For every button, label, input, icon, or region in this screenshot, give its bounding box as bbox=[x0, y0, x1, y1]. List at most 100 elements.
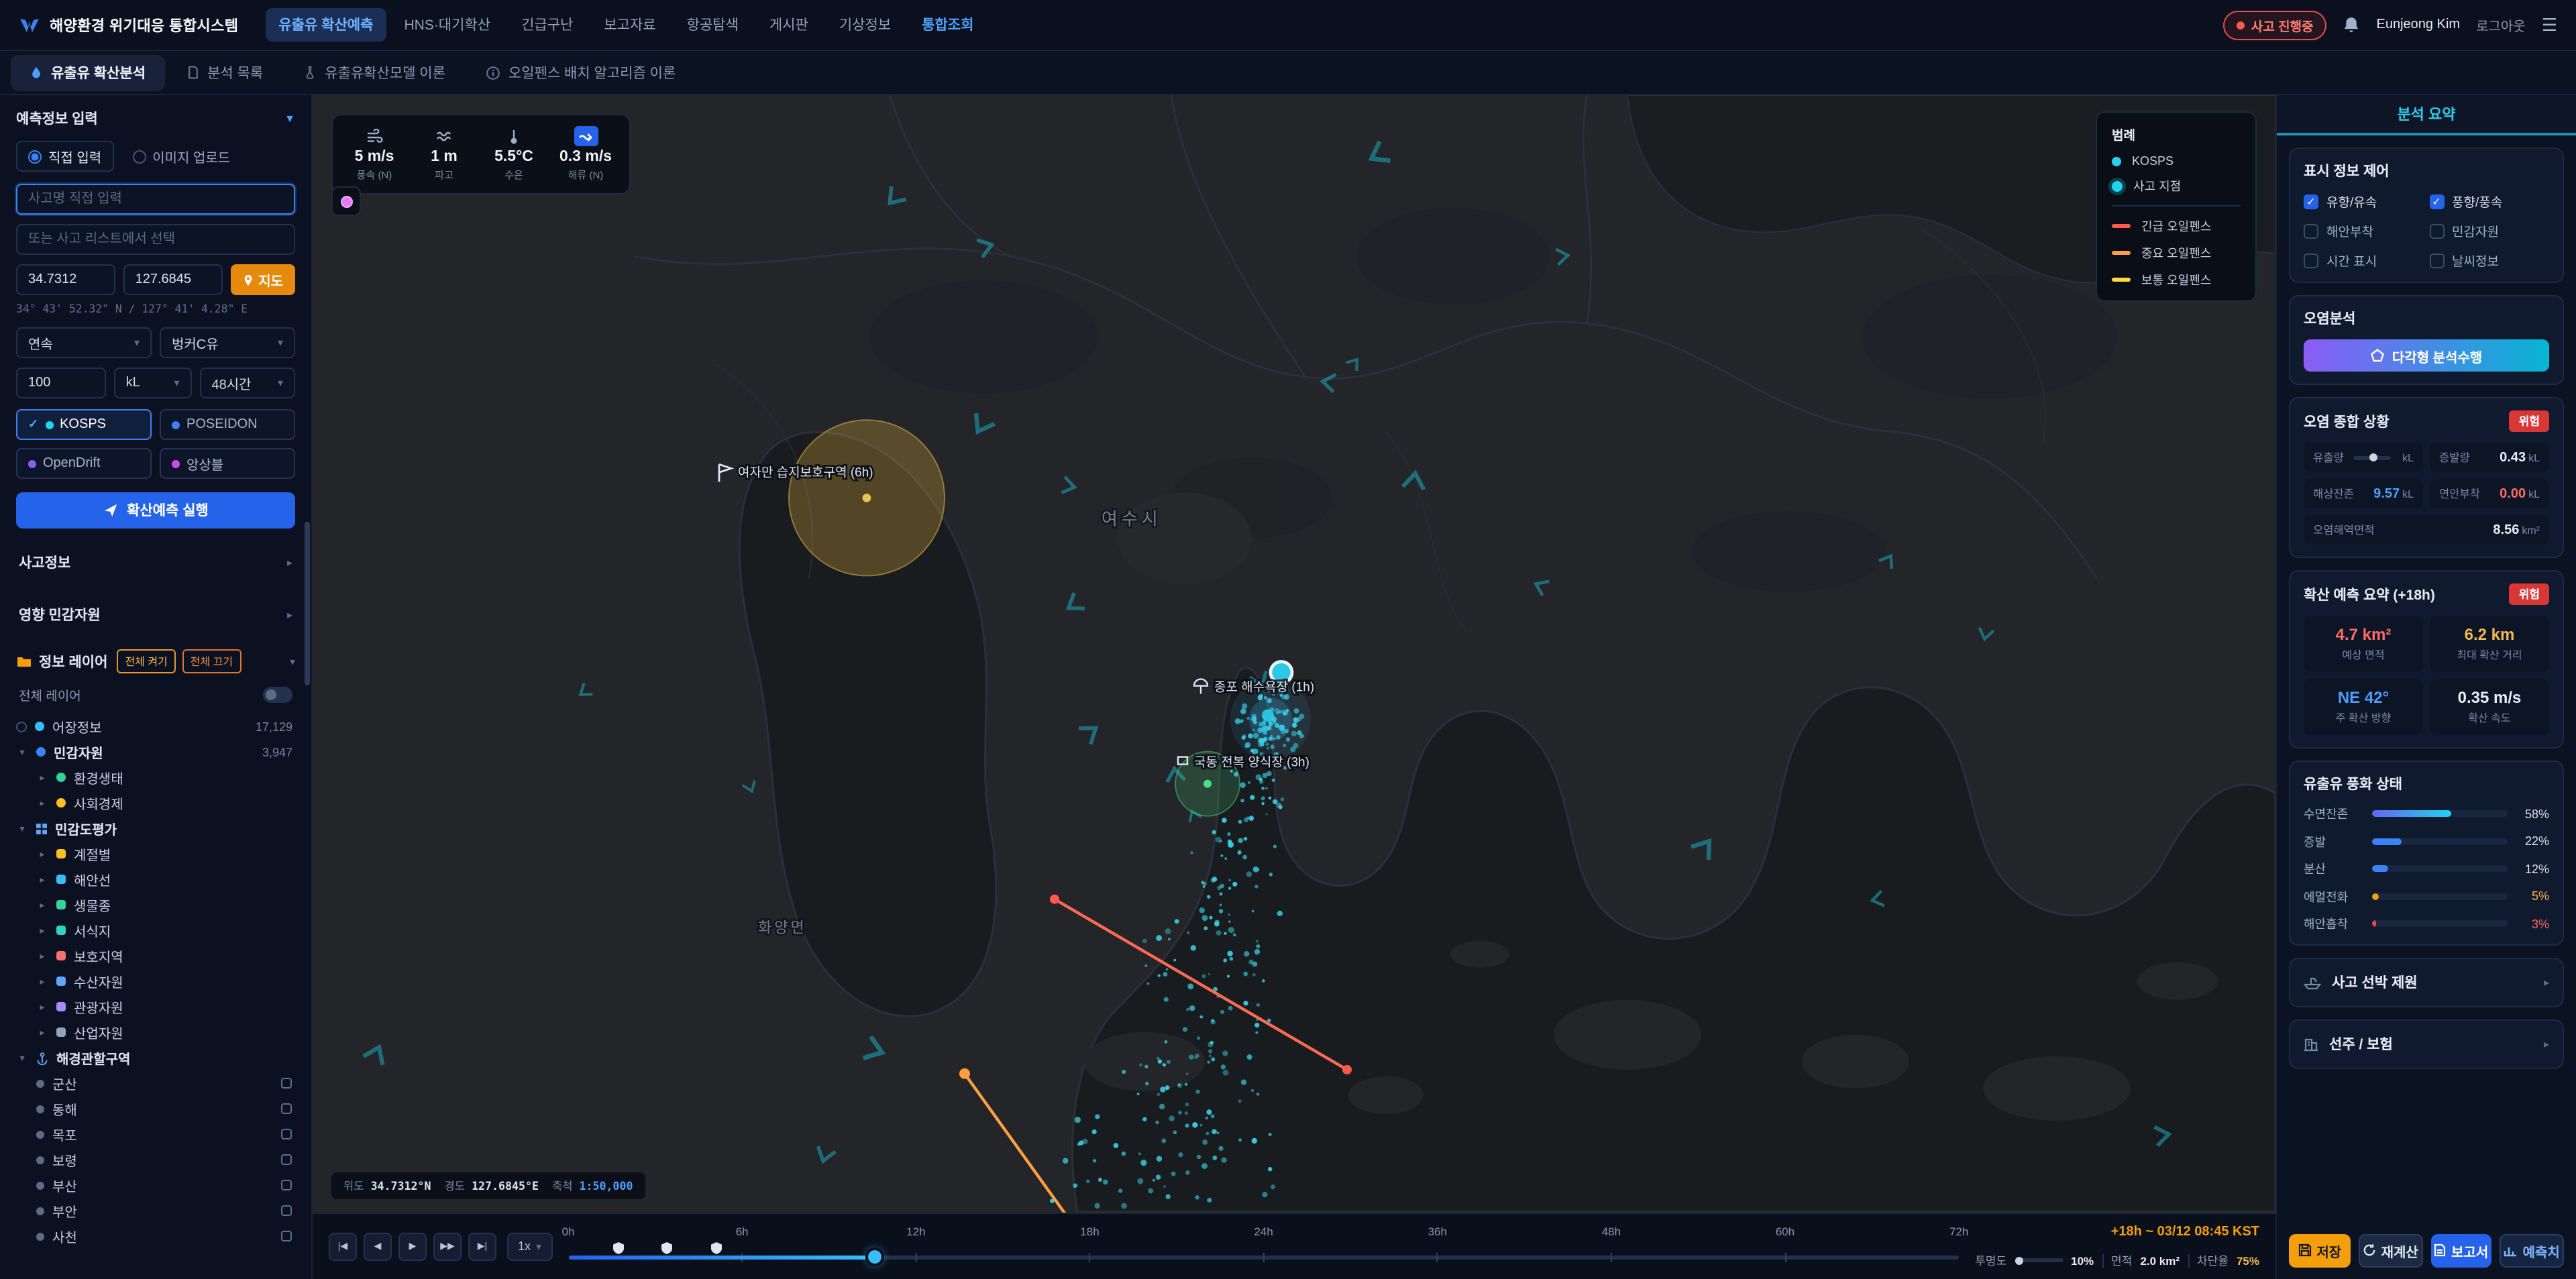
tab-diffusion-analysis[interactable]: 유출유 확산분석 bbox=[11, 54, 164, 91]
layer-item-industry[interactable]: ▸ 산업자원 bbox=[16, 1019, 295, 1045]
all-layers-on-button[interactable]: 전체 켜기 bbox=[117, 649, 175, 673]
fence-marker-icon[interactable] bbox=[661, 1241, 672, 1258]
layer-item-donghae[interactable]: 동해 bbox=[16, 1096, 295, 1121]
expand-icon[interactable]: ▸ bbox=[36, 925, 48, 936]
layer-item-sensitive[interactable]: ▾ 민감자원 3,947 bbox=[16, 739, 295, 765]
layer-item-mokpo[interactable]: 목포 bbox=[16, 1121, 295, 1147]
spill-amount-slider[interactable] bbox=[2353, 455, 2390, 459]
tab-analysis-list[interactable]: 분석 목록 bbox=[167, 54, 282, 91]
pick-on-map-button[interactable]: 지도 bbox=[230, 264, 295, 295]
layer-item-protected-area[interactable]: ▸ 보호지역 bbox=[16, 943, 295, 968]
palette-button[interactable] bbox=[331, 186, 361, 216]
report-button[interactable]: 보고서 bbox=[2430, 1233, 2492, 1267]
expand-icon[interactable]: ▾ bbox=[16, 1052, 28, 1063]
region-map-icon[interactable] bbox=[280, 1077, 292, 1089]
accident-name-input[interactable] bbox=[16, 184, 295, 215]
logout-button[interactable]: 로그아웃 bbox=[2476, 15, 2526, 35]
tab-analysis-summary[interactable]: 분석 요약 bbox=[2277, 95, 2576, 135]
menu-item-spill[interactable]: 유출유 확산예측 bbox=[265, 8, 386, 42]
oil-type-select[interactable]: 벙커C유 ▾ bbox=[160, 327, 295, 358]
expand-icon[interactable]: ▸ bbox=[36, 1001, 48, 1012]
expand-icon[interactable]: ▸ bbox=[36, 976, 48, 987]
layer-item-boryeong[interactable]: 보령 bbox=[16, 1147, 295, 1172]
longitude-input[interactable] bbox=[123, 264, 223, 295]
sidebar-scrollbar[interactable] bbox=[305, 522, 310, 685]
expand-icon[interactable]: ▸ bbox=[36, 848, 48, 859]
region-map-icon[interactable] bbox=[280, 1154, 292, 1166]
play-button[interactable]: ▶ bbox=[398, 1232, 427, 1260]
step-back-button[interactable]: ◀ bbox=[364, 1232, 392, 1260]
expand-icon[interactable]: ▾ bbox=[16, 823, 28, 834]
run-prediction-button[interactable]: 확산예측 실행 bbox=[16, 492, 295, 529]
incident-active-badge[interactable]: 사고 진행중 bbox=[2223, 10, 2327, 40]
bell-icon[interactable] bbox=[2343, 15, 2361, 34]
latitude-input[interactable] bbox=[16, 264, 115, 295]
model-chip-ensemble[interactable]: 앙상블 bbox=[160, 448, 295, 479]
layer-item-tourism[interactable]: ▸ 관광자원 bbox=[16, 994, 295, 1019]
unit-select[interactable]: kL ▾ bbox=[114, 368, 192, 398]
polygon-analysis-button[interactable]: 다각형 분석수행 bbox=[2304, 339, 2549, 372]
layer-item-fisheries-resource[interactable]: ▸ 수산자원 bbox=[16, 968, 295, 994]
layer-item-gunsan[interactable]: 군산 bbox=[16, 1070, 295, 1096]
expand-icon[interactable]: ▸ bbox=[36, 950, 48, 961]
layer-item-species[interactable]: ▸ 생물종 bbox=[16, 892, 295, 917]
region-map-icon[interactable] bbox=[280, 1103, 292, 1115]
model-chip-opendrift[interactable]: OpenDrift bbox=[16, 448, 152, 479]
region-map-icon[interactable] bbox=[280, 1179, 292, 1191]
layer-item-coastguard[interactable]: ▾ 해경관할구역 bbox=[16, 1045, 295, 1070]
layer-item-sacheon[interactable]: 사천 bbox=[16, 1223, 295, 1249]
impact-resources-accordion[interactable]: 영향 민감자원 ▸ bbox=[16, 589, 295, 641]
user-name[interactable]: Eunjeong Kim bbox=[2377, 17, 2461, 32]
accident-info-accordion[interactable]: 사고정보 ▸ bbox=[16, 537, 295, 589]
expand-icon[interactable]: ▸ bbox=[36, 772, 48, 783]
map-canvas[interactable]: 여자만 습지보호구역 (6h) 여수시 종포 해수욕장 (1h) 국동 전복 양… bbox=[313, 95, 2275, 1212]
expand-icon[interactable]: ▾ bbox=[16, 746, 28, 757]
model-chip-poseidon[interactable]: POSEIDON bbox=[160, 409, 295, 440]
region-map-icon[interactable] bbox=[280, 1128, 292, 1140]
prediction-button[interactable]: 예측치 bbox=[2500, 1233, 2565, 1267]
checkbox-shore-adhesion[interactable]: ✓해안부착 bbox=[2304, 221, 2424, 240]
recalculate-button[interactable]: 재계산 bbox=[2359, 1233, 2423, 1267]
master-layer-toggle[interactable] bbox=[263, 687, 292, 703]
menu-item-weather[interactable]: 기상정보 bbox=[826, 8, 904, 42]
skip-end-button[interactable]: ▶| bbox=[468, 1232, 496, 1260]
timeline-track-wrap[interactable]: 0h 6h 12h 18h 24h 36h 48h 60h 72h bbox=[568, 1221, 1959, 1271]
checkbox-current[interactable]: ✓유향/유속 bbox=[2304, 192, 2424, 211]
tab-boom-algorithm-theory[interactable]: 오일펜스 배치 알고리즘 이론 bbox=[467, 54, 694, 91]
opacity-slider[interactable] bbox=[2015, 1258, 2063, 1262]
region-map-icon[interactable] bbox=[280, 1230, 292, 1242]
all-layers-off-button[interactable]: 전체 끄기 bbox=[182, 649, 241, 673]
expand-icon[interactable]: ▸ bbox=[36, 899, 48, 910]
checkbox-time-display[interactable]: ✓시간 표시 bbox=[2304, 251, 2424, 270]
ship-spec-section[interactable]: 사고 선박 제원 ▸ bbox=[2289, 958, 2564, 1007]
menu-item-aerial[interactable]: 항공탐색 bbox=[674, 8, 752, 42]
menu-item-board[interactable]: 게시판 bbox=[756, 8, 822, 42]
tab-model-theory[interactable]: 유출유확산모델 이론 bbox=[284, 54, 464, 91]
layer-toggle-icon[interactable] bbox=[16, 721, 27, 732]
layer-item-seasonal[interactable]: ▸ 계절별 bbox=[16, 841, 295, 867]
menu-item-integrated[interactable]: 통합조회 bbox=[908, 8, 987, 42]
accident-list-input[interactable] bbox=[16, 224, 295, 255]
menu-item-reports[interactable]: 보고자료 bbox=[590, 8, 669, 42]
spill-type-select[interactable]: 연속 ▾ bbox=[16, 327, 152, 358]
checkbox-weather-info[interactable]: ✓날씨정보 bbox=[2429, 251, 2549, 270]
layer-item-coastline[interactable]: ▸ 해안선 bbox=[16, 867, 295, 892]
layer-item-fishery[interactable]: 어장정보 17,129 bbox=[16, 714, 295, 739]
fence-marker-icon[interactable] bbox=[613, 1241, 624, 1258]
speed-select[interactable]: 1x ▾ bbox=[507, 1232, 552, 1260]
model-chip-kosps[interactable]: ✓ KOSPS bbox=[16, 409, 152, 440]
layer-item-buan[interactable]: 부안 bbox=[16, 1198, 295, 1223]
radio-image-upload[interactable]: 이미지 업로드 bbox=[132, 146, 230, 166]
skip-start-button[interactable]: |◀ bbox=[329, 1232, 357, 1260]
layer-item-habitat[interactable]: ▸ 서식지 bbox=[16, 917, 295, 943]
checkbox-sensitive-resources[interactable]: ✓민감자원 bbox=[2429, 221, 2549, 240]
layer-item-ecology[interactable]: ▸ 환경생태 bbox=[16, 765, 295, 790]
expand-icon[interactable]: ▸ bbox=[36, 1027, 48, 1038]
layer-item-socioeconomic[interactable]: ▸ 사회경제 bbox=[16, 790, 295, 816]
duration-select[interactable]: 48시간 ▾ bbox=[200, 368, 296, 398]
timeline-handle[interactable] bbox=[867, 1250, 881, 1264]
checkbox-wind[interactable]: ✓풍향/풍속 bbox=[2429, 192, 2549, 211]
save-button[interactable]: 저장 bbox=[2289, 1233, 2351, 1267]
predict-input-header[interactable]: 예측정보 입력 ▼ bbox=[16, 109, 295, 129]
layer-item-busan[interactable]: 부산 bbox=[16, 1172, 295, 1198]
